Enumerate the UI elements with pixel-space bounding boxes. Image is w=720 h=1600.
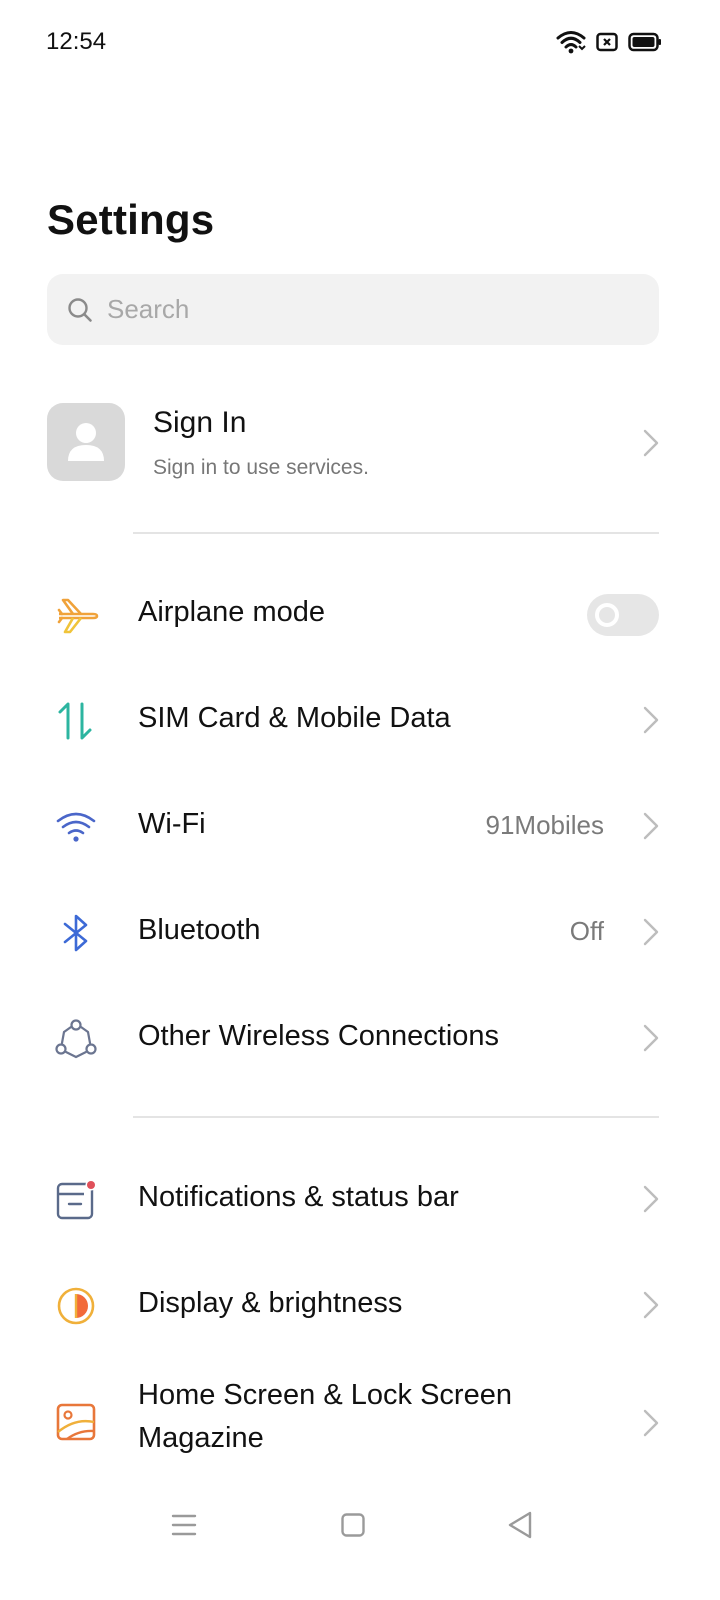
home-lock-screen-label: Home Screen & Lock Screen Magazine: [138, 1379, 512, 1454]
battery-icon: [628, 32, 661, 52]
chevron-right-icon: [643, 429, 659, 457]
settings-screen: 12:54 Settings Search Sign In Sign in to…: [0, 0, 720, 1600]
chevron-right-icon: [643, 1024, 659, 1052]
bluetooth-label: Bluetooth: [138, 914, 261, 946]
search-icon: [68, 298, 92, 322]
wifi-network-value: 91Mobiles: [485, 810, 604, 840]
status-time: 12:54: [46, 28, 107, 55]
bluetooth-row[interactable]: Bluetooth Off: [0, 879, 720, 985]
chevron-right-icon: [643, 918, 659, 946]
menu-icon[interactable]: [170, 1512, 198, 1538]
page-title: Settings: [47, 196, 215, 243]
navigation-bar: [0, 1490, 720, 1560]
home-lock-screen-row[interactable]: Home Screen & Lock Screen Magazine: [0, 1358, 720, 1486]
wallpaper-icon: [56, 1403, 96, 1441]
wifi-icon: [556, 31, 586, 54]
notifications-row[interactable]: Notifications & status bar: [0, 1146, 720, 1252]
divider: [133, 532, 659, 534]
other-wireless-row[interactable]: Other Wireless Connections: [0, 985, 720, 1091]
divider: [133, 1116, 659, 1118]
chevron-right-icon: [643, 706, 659, 734]
sign-in-subtitle: Sign in to use services.: [153, 456, 369, 479]
wifi-label: Wi-Fi: [138, 808, 206, 840]
status-icons: [556, 30, 662, 54]
person-icon: [68, 423, 104, 461]
other-wireless-label: Other Wireless Connections: [138, 1020, 500, 1052]
connections-icon: [55, 1019, 97, 1059]
chevron-right-icon: [643, 1409, 659, 1437]
home-icon[interactable]: [340, 1512, 366, 1538]
bluetooth-status-value: Off: [569, 916, 604, 946]
toggle-knob: [595, 603, 619, 627]
bluetooth-icon: [63, 914, 88, 952]
airplane-icon: [57, 598, 99, 634]
sign-in-title: Sign In: [153, 406, 247, 439]
display-brightness-label: Display & brightness: [138, 1287, 403, 1319]
airplane-mode-row[interactable]: Airplane mode: [0, 561, 720, 667]
sim-card-label: SIM Card & Mobile Data: [138, 702, 451, 734]
notifications-label: Notifications & status bar: [138, 1181, 459, 1213]
search-box[interactable]: [47, 274, 659, 345]
wifi-icon: [56, 812, 96, 842]
brightness-icon: [57, 1287, 95, 1325]
sign-in-row[interactable]: Sign In Sign in to use services.: [0, 386, 720, 498]
display-brightness-row[interactable]: Display & brightness: [0, 1252, 720, 1358]
airplane-mode-label: Airplane mode: [138, 596, 325, 628]
notification-icon: [56, 1179, 97, 1220]
sim-off-icon: [596, 32, 618, 52]
avatar: [47, 403, 125, 481]
sim-card-row[interactable]: SIM Card & Mobile Data: [0, 667, 720, 773]
chevron-right-icon: [643, 1291, 659, 1319]
chevron-right-icon: [643, 1185, 659, 1213]
wifi-row[interactable]: Wi-Fi 91Mobiles: [0, 773, 720, 879]
status-bar: 12:54: [0, 0, 720, 86]
data-arrows-icon: [58, 702, 92, 740]
chevron-right-icon: [643, 812, 659, 840]
search-input[interactable]: [105, 274, 637, 345]
back-icon[interactable]: [506, 1510, 534, 1540]
airplane-mode-toggle[interactable]: [587, 594, 659, 636]
